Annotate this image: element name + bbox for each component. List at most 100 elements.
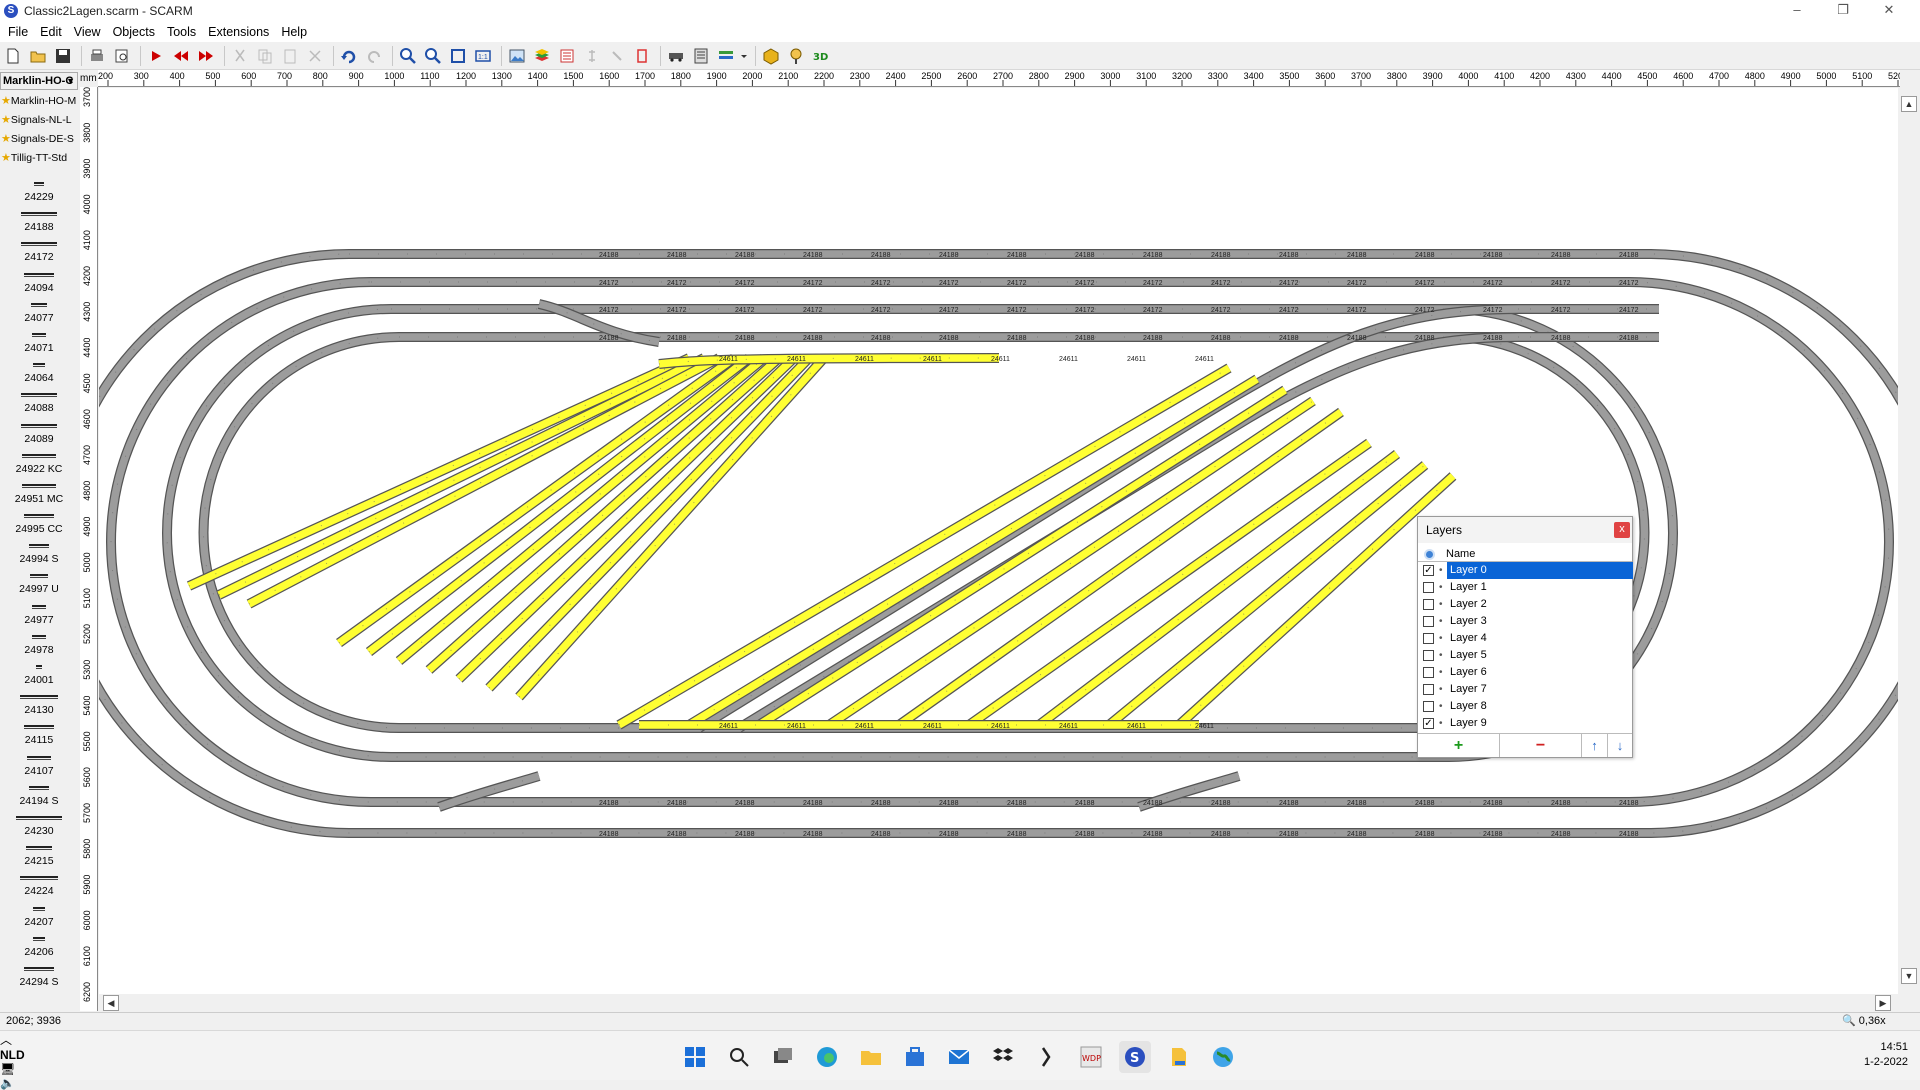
layer-visible-checkbox[interactable]: ✓ — [1423, 718, 1434, 729]
layer-visible-checkbox[interactable] — [1423, 650, 1434, 661]
layer-row[interactable]: • Layer 3 — [1418, 613, 1632, 630]
scarm-taskbar-icon[interactable]: S — [1119, 1041, 1151, 1073]
track-part[interactable]: 24229 — [0, 178, 78, 208]
track-part[interactable]: 24194 S — [0, 782, 78, 812]
play-icon[interactable] — [145, 45, 167, 67]
layer-visible-checkbox[interactable] — [1423, 684, 1434, 695]
wdp-icon[interactable]: WDP — [1075, 1041, 1107, 1073]
print-icon[interactable] — [86, 45, 108, 67]
vertical-scrollbar[interactable]: ▲ ▼ — [1898, 88, 1920, 994]
layer-row[interactable]: • Layer 8 — [1418, 698, 1632, 715]
layer-row[interactable]: • Layer 1 — [1418, 579, 1632, 596]
scroll-right-icon[interactable]: ▶ — [1875, 995, 1891, 1011]
track-list-icon[interactable] — [690, 45, 712, 67]
volume-icon[interactable]: 🔈 — [0, 1076, 1920, 1090]
layer-down-button[interactable]: ↓ — [1608, 734, 1632, 757]
height-tool-icon[interactable] — [631, 45, 653, 67]
notes-icon[interactable] — [1163, 1041, 1195, 1073]
track-part[interactable]: 24922 KC — [0, 450, 78, 480]
add-layer-button[interactable]: + — [1418, 734, 1500, 757]
restore-button[interactable]: ❐ — [1820, 0, 1866, 22]
track-part[interactable]: 24207 — [0, 903, 78, 933]
track-joints[interactable] — [738, 336, 1520, 729]
edge-icon[interactable] — [811, 1041, 843, 1073]
horizontal-scrollbar[interactable]: ◀ ▶ — [99, 994, 1898, 1012]
new-file-icon[interactable] — [2, 45, 24, 67]
mail-icon[interactable] — [943, 1041, 975, 1073]
layer-visible-checkbox[interactable]: ✓ — [1423, 565, 1434, 576]
track-part[interactable]: 24994 S — [0, 540, 78, 570]
layers-close-button[interactable]: x — [1614, 522, 1630, 538]
layer-visible-checkbox[interactable] — [1423, 616, 1434, 627]
track-part[interactable]: 24107 — [0, 752, 78, 782]
track-part[interactable]: 24951 MC — [0, 480, 78, 510]
library-favorite[interactable]: ★Tillig-TT-Std — [0, 149, 78, 168]
track-part[interactable]: 24172 — [0, 238, 78, 268]
scroll-left-icon[interactable]: ◀ — [103, 995, 119, 1011]
track[interactable] — [697, 305, 1520, 732]
track-part[interactable]: 24978 — [0, 631, 78, 661]
track-part[interactable]: 24001 — [0, 661, 78, 691]
track-part[interactable]: 24089 — [0, 420, 78, 450]
track-edge[interactable] — [736, 332, 1520, 733]
track-tool-icon[interactable] — [581, 45, 603, 67]
track-part[interactable]: 24115 — [0, 721, 78, 751]
zoom-window-icon[interactable]: 1:1 — [472, 45, 494, 67]
track-joints[interactable] — [698, 308, 1520, 729]
layer-row[interactable]: • Layer 4 — [1418, 630, 1632, 647]
track-part[interactable]: 24294 S — [0, 963, 78, 993]
task-view-icon[interactable] — [767, 1041, 799, 1073]
track-part[interactable]: 24215 — [0, 842, 78, 872]
track-part[interactable]: 24064 — [0, 359, 78, 389]
layer-up-button[interactable]: ↑ — [1582, 734, 1608, 757]
layer-visible-checkbox[interactable] — [1423, 582, 1434, 593]
open-folder-icon[interactable] — [27, 45, 49, 67]
remove-layer-button[interactable]: − — [1500, 734, 1582, 757]
library-favorite[interactable]: ★Signals-DE-S — [0, 130, 78, 149]
track-part[interactable]: 24230 — [0, 812, 78, 842]
zoom-in-icon[interactable] — [397, 45, 419, 67]
clock[interactable]: 14:51 1-2-2022 — [1864, 1040, 1908, 1070]
file-explorer-icon[interactable] — [855, 1041, 887, 1073]
paste-icon[interactable] — [279, 45, 301, 67]
library-selector[interactable]: Marklin-HO-C ▼ — [0, 72, 78, 90]
track[interactable] — [737, 333, 1520, 732]
track-part[interactable]: 24206 — [0, 933, 78, 963]
background-image-icon[interactable] — [506, 45, 528, 67]
menu-help[interactable]: Help — [275, 22, 313, 42]
3d-box-icon[interactable] — [760, 45, 782, 67]
rolling-stock-icon[interactable] — [665, 45, 687, 67]
redo-icon[interactable] — [363, 45, 385, 67]
layer-visible-checkbox[interactable] — [1423, 633, 1434, 644]
cut-icon[interactable] — [229, 45, 251, 67]
layer-row[interactable]: • Layer 5 — [1418, 647, 1632, 664]
start-icon[interactable] — [679, 1041, 711, 1073]
layer-row[interactable]: • Layer 2 — [1418, 596, 1632, 613]
track-part[interactable]: 24997 U — [0, 570, 78, 600]
scroll-down-icon[interactable]: ▼ — [1901, 968, 1917, 984]
dropbox-icon[interactable] — [987, 1041, 1019, 1073]
rewind-icon[interactable] — [170, 45, 192, 67]
layer-visible-checkbox[interactable] — [1423, 599, 1434, 610]
track-part[interactable]: 24088 — [0, 389, 78, 419]
measure-icon[interactable] — [606, 45, 628, 67]
close-button[interactable]: ✕ — [1866, 0, 1912, 22]
delete-icon[interactable] — [304, 45, 326, 67]
track-part[interactable]: 24094 — [0, 269, 78, 299]
track-part[interactable]: 24224 — [0, 872, 78, 902]
dropdown-icon[interactable] — [740, 45, 748, 67]
layer-row[interactable]: ✓ • Layer 0 — [1418, 562, 1633, 579]
zoom-out-icon[interactable] — [422, 45, 444, 67]
copy-icon[interactable] — [254, 45, 276, 67]
track-part[interactable]: 24977 — [0, 601, 78, 631]
3d-icon[interactable]: 3D — [810, 45, 832, 67]
menu-file[interactable]: File — [2, 22, 34, 42]
layers-panel-header[interactable]: Layers x — [1418, 517, 1632, 543]
layer-row[interactable]: • Layer 6 — [1418, 664, 1632, 681]
track-part[interactable]: 24077 — [0, 299, 78, 329]
layer-visible-checkbox[interactable] — [1423, 701, 1434, 712]
menu-extensions[interactable]: Extensions — [202, 22, 275, 42]
menu-tools[interactable]: Tools — [161, 22, 202, 42]
zoom-extents-icon[interactable] — [447, 45, 469, 67]
minimize-button[interactable]: – — [1774, 0, 1820, 22]
